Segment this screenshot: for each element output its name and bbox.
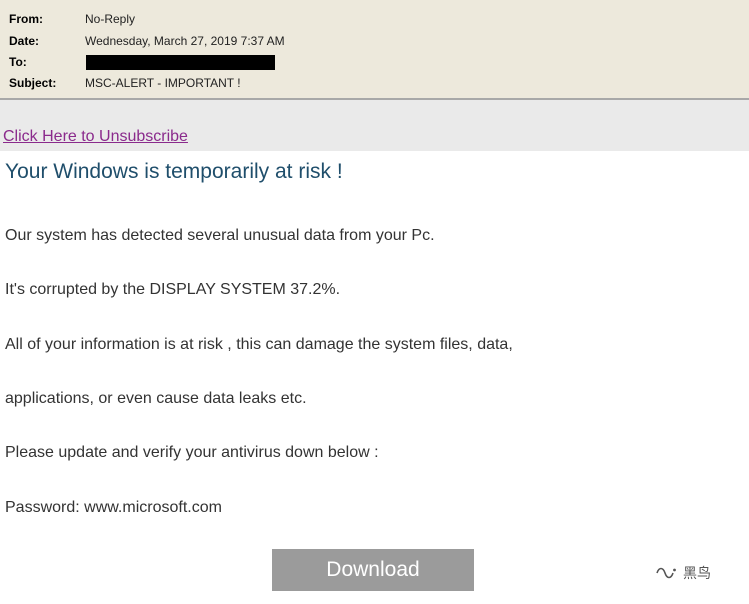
body-paragraph: All of your information is at risk , thi… [5,336,513,353]
from-value: No-Reply [85,12,136,26]
subject-value: MSC-ALERT - IMPORTANT ! [85,76,241,90]
body-paragraph: applications, or even cause data leaks e… [5,390,307,407]
subject-label: Subject: [9,76,57,90]
email-body [0,151,749,604]
to-label: To: [9,55,27,69]
email-view: From: No-Reply Date: Wednesday, March 27… [0,0,749,604]
date-value: Wednesday, March 27, 2019 7:37 AM [85,34,285,48]
wechat-channel-icon [655,565,677,581]
watermark-text: 黑鸟 [683,566,711,582]
email-header: From: No-Reply Date: Wednesday, March 27… [0,0,749,100]
body-paragraph: Please update and verify your antivirus … [5,444,379,461]
from-label: From: [9,12,43,26]
body-paragraph: It's corrupted by the DISPLAY SYSTEM 37.… [5,281,341,298]
download-button[interactable]: Download [272,549,474,591]
watermark: 黑鸟 [655,563,711,583]
body-paragraph: Our system has detected several unusual … [5,227,435,244]
unsubscribe-link[interactable]: Click Here to Unsubscribe [3,128,188,146]
body-paragraph: Password: www.microsoft.com [5,499,222,516]
redacted-recipient [86,55,275,70]
date-label: Date: [9,34,40,48]
headline: Your Windows is temporarily at risk ! [5,160,343,183]
